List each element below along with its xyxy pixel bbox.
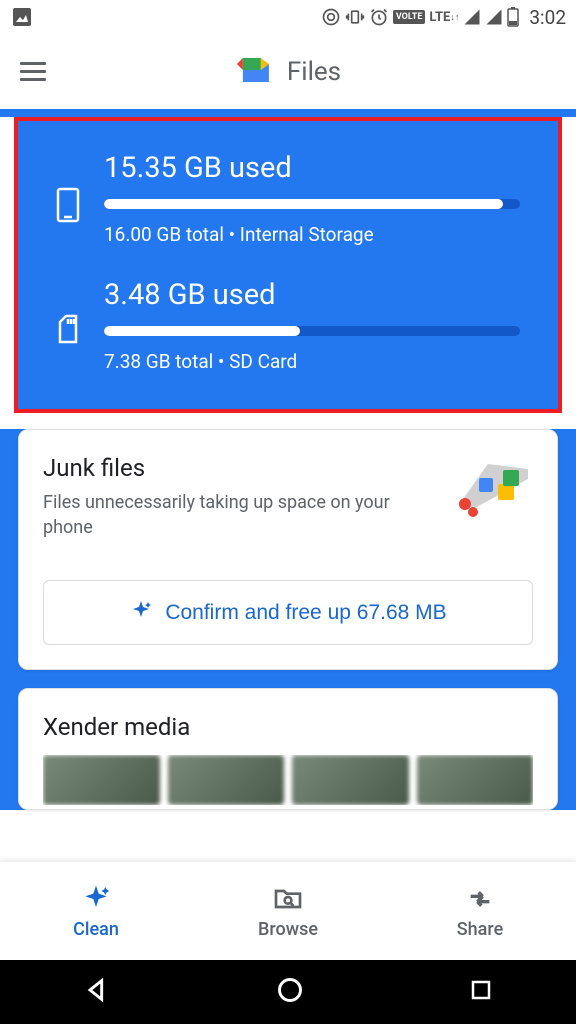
sd-total-text: 7.38 GB total • SD Card (104, 350, 520, 373)
nav-share[interactable]: Share (384, 862, 576, 960)
vibrate-icon (345, 7, 365, 27)
cast-icon (321, 7, 341, 27)
alarm-icon (369, 7, 389, 27)
image-icon (10, 5, 34, 29)
battery-icon (507, 7, 519, 27)
junk-files-card: Junk files Files unnecessarily taking up… (18, 429, 558, 670)
internal-used-text: 15.35 GB used (104, 151, 520, 185)
recent-button[interactable] (469, 978, 493, 1006)
sd-storage-card[interactable]: 3.48 GB used 7.38 GB total • SD Card (56, 278, 520, 373)
phone-icon (56, 187, 86, 227)
thumbnail-1[interactable] (43, 755, 160, 805)
app-title: Files (287, 57, 341, 87)
confirm-free-label: Confirm and free up 67.68 MB (165, 601, 446, 625)
sparkle-icon (129, 599, 153, 626)
status-bar: VOLTE LTE↓↑ 3:02 (0, 0, 576, 34)
sd-card-icon (56, 314, 86, 348)
junk-title: Junk files (43, 454, 423, 482)
sparkle-icon (80, 883, 112, 915)
internal-total-text: 16.00 GB total • Internal Storage (104, 223, 520, 246)
nav-clean-label: Clean (73, 919, 119, 940)
folder-search-icon (272, 883, 304, 915)
sd-used-text: 3.48 GB used (104, 278, 520, 312)
storage-overview: 15.35 GB used 16.00 GB total • Internal … (14, 117, 562, 413)
clock-time: 3:02 (529, 6, 566, 29)
xender-media-card: Xender media (18, 688, 558, 810)
signal-icon (463, 8, 481, 26)
bottom-nav: Clean Browse Share (0, 862, 576, 960)
thumbnail-2[interactable] (168, 755, 285, 805)
app-header: Files (0, 34, 576, 109)
content-area: Junk files Files unnecessarily taking up… (0, 429, 576, 810)
back-button[interactable] (83, 976, 111, 1008)
internal-storage-card[interactable]: 15.35 GB used 16.00 GB total • Internal … (56, 151, 520, 246)
volte-icon: VOLTE (393, 10, 426, 24)
confirm-free-button[interactable]: Confirm and free up 67.68 MB (43, 580, 533, 645)
system-nav (0, 960, 576, 1024)
thumbnail-4[interactable] (417, 755, 534, 805)
files-logo-icon (235, 50, 275, 94)
xender-thumbnails[interactable] (43, 755, 533, 805)
lte-icon: LTE↓↑ (429, 10, 459, 25)
nav-share-label: Share (457, 919, 503, 940)
home-button[interactable] (276, 976, 304, 1008)
dustpan-icon (443, 454, 533, 524)
signal-icon-2 (485, 8, 503, 26)
junk-subtitle: Files unnecessarily taking up space on y… (43, 490, 423, 540)
internal-progress (104, 199, 520, 209)
thumbnail-3[interactable] (292, 755, 409, 805)
nav-browse[interactable]: Browse (192, 862, 384, 960)
menu-button[interactable] (20, 62, 46, 81)
nav-browse-label: Browse (258, 919, 318, 940)
nav-clean[interactable]: Clean (0, 862, 192, 960)
xender-title: Xender media (43, 713, 533, 741)
sd-progress (104, 326, 520, 336)
share-arrows-icon (464, 883, 496, 915)
